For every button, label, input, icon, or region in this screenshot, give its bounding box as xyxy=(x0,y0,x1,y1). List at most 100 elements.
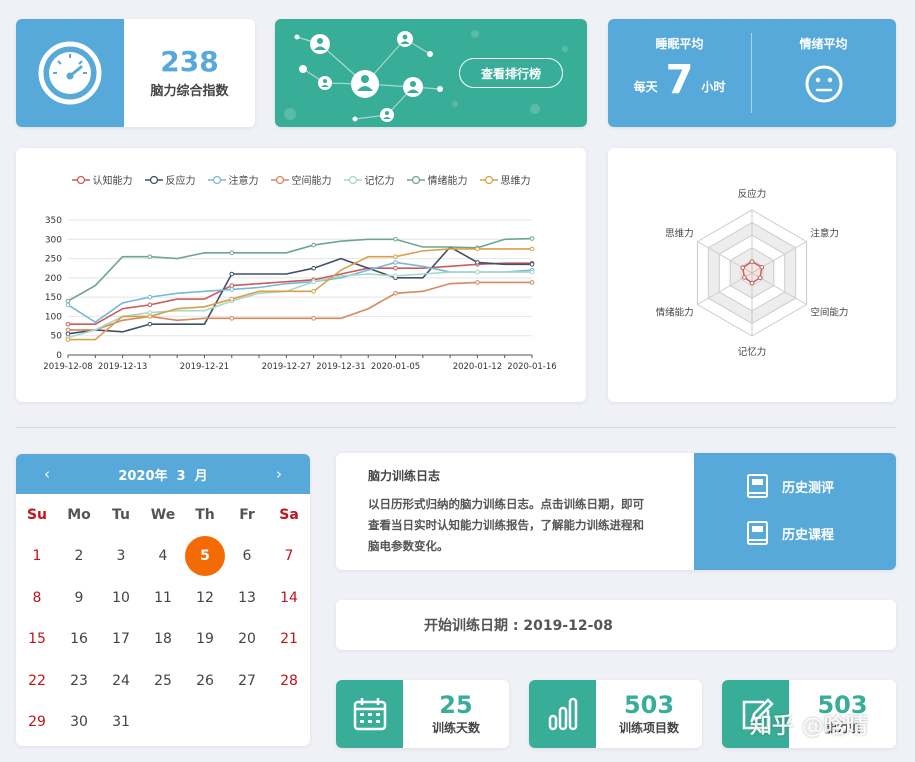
calendar-day[interactable]: 15 xyxy=(16,619,58,659)
radar-point xyxy=(749,259,755,264)
calendar-day[interactable]: 1 xyxy=(16,536,58,576)
radar-point xyxy=(742,275,747,280)
calendar-grid: Su Mo Tu We Th Fr Sa 1 2 3 4 5 6 7 8 9 10 11 12 13 14 15 16 17 1… xyxy=(16,494,310,743)
calendar-day[interactable]: 24 xyxy=(100,661,142,701)
ranking-card: 查看排行榜 xyxy=(275,19,587,127)
sleep-unit: 小时 xyxy=(701,80,726,94)
calendar-day[interactable]: 28 xyxy=(268,661,310,701)
y-tick-label: 100 xyxy=(45,312,62,322)
calendar-day[interactable]: 20 xyxy=(226,619,268,659)
calendar-day[interactable]: 25 xyxy=(142,661,184,701)
data-point xyxy=(229,296,235,302)
calendar-day[interactable]: 6 xyxy=(226,536,268,576)
calendar-day[interactable]: 17 xyxy=(100,619,142,659)
neutral-face-icon xyxy=(805,65,842,103)
series-line xyxy=(67,245,532,335)
history-evaluation-link[interactable]: 历史测评 xyxy=(746,473,834,499)
calendar-day[interactable]: 16 xyxy=(58,619,100,659)
data-point xyxy=(65,321,71,327)
calendar-day[interactable]: 12 xyxy=(184,578,226,618)
calendar-day[interactable]: 11 xyxy=(142,578,184,618)
training-days-value: 25 xyxy=(439,690,473,719)
book-icon xyxy=(747,474,768,498)
training-items-value: 503 xyxy=(623,690,675,719)
y-tick-label: 350 xyxy=(45,216,62,226)
sleep-value: 7 xyxy=(665,57,694,103)
data-point xyxy=(65,331,71,337)
section-divider xyxy=(16,427,896,428)
calendar-day xyxy=(268,702,310,742)
data-point xyxy=(229,250,235,256)
y-tick-label: 150 xyxy=(45,293,62,303)
weekday-label: We xyxy=(150,506,176,523)
calendar-day[interactable]: 26 xyxy=(184,661,226,701)
line-chart-card: 认知能力 反应力 注意力 空间能力 记忆力 情绪能力 思维力 0 50 100 150 200 250… xyxy=(16,148,586,402)
radar-point xyxy=(759,265,765,270)
data-point xyxy=(393,290,398,296)
data-point xyxy=(147,321,153,327)
radar-chart: 反应力注意力空间能力记忆力 情绪能力 思维力 xyxy=(656,188,849,358)
chevron-left-icon: ‹ xyxy=(44,465,50,483)
radar-axis-label: 思维力 xyxy=(665,228,694,240)
calendar-day[interactable]: 4 xyxy=(142,536,184,576)
data-point xyxy=(529,280,535,285)
calendar-day[interactable]: 8 xyxy=(16,578,58,618)
x-tick-label: 2020-01-12 xyxy=(453,362,502,372)
calendar-day[interactable]: 7 xyxy=(268,536,310,576)
radar-point xyxy=(757,275,763,281)
averages-card: 睡眠平均 每天 7 小时 情绪平均 xyxy=(608,19,896,127)
data-point xyxy=(65,302,71,308)
calendar-day[interactable]: 23 xyxy=(58,661,100,701)
weekday-label: Tu xyxy=(112,506,130,523)
training-days-card: 25 训练天数 xyxy=(336,680,509,748)
calendar: 2020年 3 月 ‹ › Su Mo Tu We Th Fr Sa 1 2 3 4 5 6 7 8 9 10 1… xyxy=(16,454,310,746)
history-course-link[interactable]: 历史课程 xyxy=(746,520,834,546)
y-tick-label: 300 xyxy=(45,235,62,245)
data-point xyxy=(529,246,535,252)
calendar-day[interactable]: 22 xyxy=(16,661,58,701)
calendar-day[interactable]: 5 xyxy=(184,536,226,577)
calendar-prev-button[interactable]: ‹ xyxy=(32,454,62,494)
training-log-title: 脑力训练日志 xyxy=(368,469,441,483)
watermark: 知乎 @晗晴 xyxy=(750,714,868,739)
calendar-day[interactable]: 27 xyxy=(226,661,268,701)
calendar-day[interactable]: 2 xyxy=(58,536,100,576)
brain-index-label: 脑力综合指数 xyxy=(150,83,229,99)
calendar-day[interactable]: 19 xyxy=(184,619,226,659)
training-log-desc-line: 以日历形式归纳的脑力训练日志。点击训练日期，即可 xyxy=(368,497,644,511)
chevron-right-icon: › xyxy=(276,465,282,483)
line-chart: 0 50 100 150 200 250 300 350 2019-12-08 2019-12-1… xyxy=(43,216,556,372)
weekday-label: Th xyxy=(195,506,215,523)
calendar-day[interactable]: 31 xyxy=(100,702,142,742)
calendar-day[interactable]: 30 xyxy=(58,702,100,742)
radar-chart-card: 反应力 注意力 空间能力 记忆力 情绪能力 思维力 xyxy=(608,148,896,402)
calendar-day[interactable]: 18 xyxy=(142,619,184,659)
radar-axis-label: 记忆力 xyxy=(738,346,767,358)
calendar-day[interactable]: 13 xyxy=(226,578,268,618)
data-point xyxy=(229,316,235,321)
calendar-day[interactable]: 14 xyxy=(268,578,310,618)
calendar-day[interactable]: 3 xyxy=(100,536,142,576)
calendar-day xyxy=(142,702,184,742)
calendar-day[interactable]: 21 xyxy=(268,619,310,659)
data-point xyxy=(311,279,316,285)
brain-index-value: 238 xyxy=(160,44,219,78)
sleep-average: 睡眠平均 每天 7 小时 xyxy=(608,19,751,127)
mood-average-title: 情绪平均 xyxy=(799,37,848,51)
radar-axis-label: 注意力 xyxy=(810,228,839,240)
selected-day[interactable]: 5 xyxy=(185,536,225,577)
calendar-next-button[interactable]: › xyxy=(264,454,294,494)
training-items-label: 训练项目数 xyxy=(618,720,679,735)
view-ranking-button[interactable]: 查看排行榜 xyxy=(459,58,563,88)
x-tick-label: 2019-12-13 xyxy=(98,362,147,372)
calendar-day[interactable]: 29 xyxy=(16,702,58,742)
training-days-label: 训练天数 xyxy=(431,720,480,735)
data-point xyxy=(147,302,153,308)
calendar-day xyxy=(226,702,268,742)
brain-index-card: 238 脑力综合指数 xyxy=(16,19,255,127)
calendar-icon xyxy=(336,680,403,748)
weekday-label: Sa xyxy=(279,506,299,523)
weekday-label: Fr xyxy=(239,506,255,523)
calendar-day[interactable]: 9 xyxy=(58,578,100,618)
calendar-day[interactable]: 10 xyxy=(100,578,142,618)
